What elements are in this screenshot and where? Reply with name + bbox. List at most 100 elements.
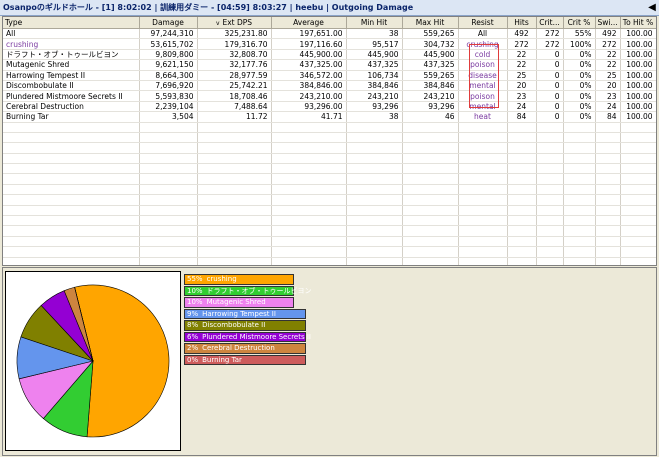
column-header[interactable]: Resist <box>458 17 508 29</box>
legend-label: Plundered Mistmoore Secrets II <box>202 332 311 341</box>
title-bar: Osanpoのギルドホール - [1] 8:02:02 | 訓練用ダミー - [… <box>0 0 659 16</box>
table-cell: mental <box>458 101 508 113</box>
pie-chart <box>16 284 170 438</box>
legend-percent: 8% <box>187 321 199 329</box>
legend-percent: 55% <box>187 275 203 283</box>
table-cell: 46 <box>402 111 459 123</box>
column-header[interactable]: Max Hit <box>402 17 459 29</box>
table-row[interactable]: Cerebral Destruction 2,239,104 7,488.64 93,… <box>3 101 656 113</box>
table-cell: 0 <box>536 70 564 81</box>
empty-row <box>3 173 656 185</box>
empty-row <box>3 184 656 196</box>
table-cell: 8,664,300 <box>139 70 198 81</box>
empty-row <box>3 257 656 265</box>
legend-label: Harrowing Tempest II <box>202 309 276 318</box>
column-header[interactable]: Min Hit <box>346 17 403 29</box>
table-row[interactable]: All 97,244,310 325,231.80 197,651.00 38 559,2… <box>3 28 656 40</box>
table-cell: All <box>458 28 508 40</box>
table-cell: 384,846 <box>402 80 459 92</box>
table-cell: 272 <box>536 28 564 40</box>
sort-desc-icon: v <box>215 20 220 27</box>
column-header[interactable]: v Ext DPS <box>197 17 272 29</box>
table-cell: 28,977.59 <box>197 70 272 81</box>
column-header[interactable]: Damage <box>139 17 198 29</box>
table-cell: 9,809,800 <box>139 49 198 61</box>
legend-label: ドラフト・オブ・トゥールビヨン <box>206 286 312 295</box>
column-header[interactable]: Type <box>3 17 140 29</box>
table-row[interactable]: Plundered Mistmoore Secrets II 5,593,830 1… <box>3 90 656 102</box>
table-cell: 97,244,310 <box>139 28 198 40</box>
table-cell: 22 <box>507 49 537 61</box>
table-cell: 32,177.76 <box>197 59 272 71</box>
table-cell: 84 <box>507 111 537 123</box>
legend-percent: 10% <box>187 286 203 295</box>
table-row[interactable]: crushing 53,615,702 179,316.70 197,116.60 95… <box>3 38 656 50</box>
legend-item: 8% Discombobulate II <box>184 320 306 331</box>
table-cell: 0% <box>563 59 596 71</box>
table-cell: 445,900 <box>402 49 459 61</box>
table-cell: 100% <box>563 38 596 50</box>
window-title: Osanpoのギルドホール - [1] 8:02:02 | 訓練用ダミー - [… <box>3 3 414 12</box>
table-cell: 445,900 <box>346 49 403 61</box>
damage-table[interactable]: Type Damage v Ext DPS Average Min Hit Max Hit R… <box>2 16 657 266</box>
left-arrow-icon[interactable]: ◀ <box>645 1 659 14</box>
empty-row <box>3 215 656 227</box>
column-header[interactable]: To Hit % <box>620 17 656 29</box>
table-cell: 93,296.00 <box>271 101 347 113</box>
table-cell: 100.00 <box>620 49 656 61</box>
table-cell: 3,504 <box>139 111 198 123</box>
table-cell: 100.00 <box>620 90 656 102</box>
table-cell: 0 <box>536 90 564 102</box>
table-cell: 243,210 <box>346 90 403 102</box>
table-cell: 100.00 <box>620 38 656 50</box>
empty-row <box>3 205 656 217</box>
table-cell: 106,734 <box>346 70 403 81</box>
empty-row <box>3 236 656 248</box>
table-cell: 25 <box>595 70 621 81</box>
column-header[interactable]: Crit... <box>536 17 564 29</box>
table-cell: Harrowing Tempest II <box>3 70 140 81</box>
table-cell: crushing <box>458 38 508 50</box>
table-cell: 0 <box>536 49 564 61</box>
table-cell: cold <box>458 49 508 61</box>
table-row[interactable]: ドラフト・オブ・トゥールビヨン 9,809,800 32,808.70 445,900… <box>3 49 656 61</box>
table-cell: 179,316.70 <box>197 38 272 50</box>
legend-percent: 6% <box>187 332 199 341</box>
table-row[interactable]: Harrowing Tempest II 8,664,300 28,977.59 34… <box>3 70 656 81</box>
table-cell: Mutagenic Shred <box>3 59 140 71</box>
legend-item: 10% ドラフト・オブ・トゥールビヨン <box>184 285 312 296</box>
table-cell: 492 <box>595 28 621 40</box>
table-cell: ドラフト・オブ・トゥールビヨン <box>3 49 140 61</box>
table-cell: 0% <box>563 70 596 81</box>
legend-percent: 2% <box>187 344 199 352</box>
pie-chart-panel <box>5 271 181 451</box>
empty-row <box>3 153 656 165</box>
table-cell: disease <box>458 70 508 81</box>
table-cell: 437,325.00 <box>271 59 347 71</box>
legend-item: 9% Harrowing Tempest II <box>184 308 306 319</box>
table-cell: 384,846.00 <box>271 80 347 92</box>
table-row[interactable]: Burning Tar 3,504 11.72 41.71 38 46 heat 84 0 0% 8… <box>3 111 656 123</box>
legend-item: 0% Burning Tar <box>184 354 306 365</box>
table-cell: 25 <box>507 70 537 81</box>
column-header[interactable]: Average <box>271 17 347 29</box>
column-header[interactable]: Crit % <box>563 17 596 29</box>
legend-label: Mutagenic Shred <box>206 298 266 306</box>
legend-label: Discombobulate II <box>202 321 266 329</box>
table-cell: 24 <box>507 101 537 113</box>
table-cell: 0% <box>563 111 596 123</box>
column-header[interactable]: Hits <box>507 17 537 29</box>
column-header[interactable]: Swi... <box>595 17 621 29</box>
table-cell: 32,808.70 <box>197 49 272 61</box>
table-cell: 100.00 <box>620 101 656 113</box>
table-row[interactable]: Discombobulate II 7,696,920 25,742.21 384,8… <box>3 80 656 92</box>
table-cell: 20 <box>595 80 621 92</box>
table-cell: 384,846 <box>346 80 403 92</box>
table-cell: 0 <box>536 80 564 92</box>
table-cell: 100.00 <box>620 111 656 123</box>
table-cell: crushing <box>3 38 140 50</box>
table-cell: 100.00 <box>620 28 656 40</box>
table-cell: 84 <box>595 111 621 123</box>
table-row[interactable]: Mutagenic Shred 9,621,150 32,177.76 437,325… <box>3 59 656 71</box>
empty-row <box>3 246 656 258</box>
